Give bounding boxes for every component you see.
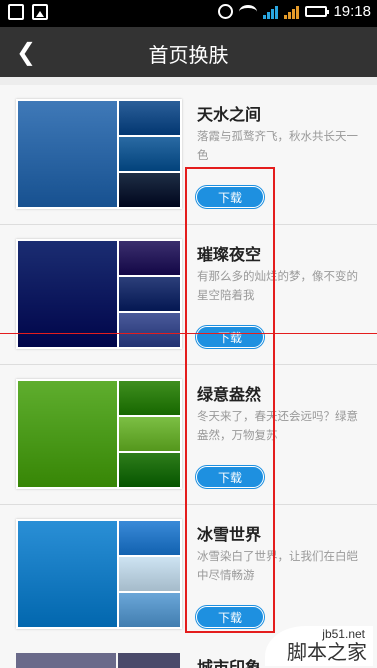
title-bar: ❮ 首页换肤 [0,27,377,77]
theme-name: 天水之间 [197,105,262,124]
signal-icon [263,5,279,19]
battery-icon [305,6,330,17]
theme-name: 绿意盎然 [197,385,262,404]
page-title: 首页换肤 [148,43,229,67]
download-button[interactable]: 下载 [196,186,264,208]
theme-name: 璀璨夜空 [197,245,262,264]
watermark-name: 脚本之家 [287,640,367,664]
image-icon [32,4,48,20]
theme-item-1[interactable]: 璀璨夜空 有那么多的灿烂的梦，像不变的星空陪着我 下载 [0,225,377,365]
annotation-line [0,333,377,334]
theme-preview-0[interactable] [16,99,182,209]
theme-preview-2[interactable] [16,379,182,489]
theme-desc: 有那么多的灿烂的梦，像不变的星空陪着我 [197,269,358,302]
download-button[interactable]: 下载 [196,606,264,628]
theme-item-3[interactable]: 冰雪世界 冰雪染白了世界，让我们在白皑中尽情畅游 下载 [0,505,377,645]
watermark: jb51.net 脚本之家 [265,626,373,666]
theme-desc: 落霞与孤鹜齐飞，秋水共长天一色 [197,129,358,162]
theme-desc: 冰雪染白了世界，让我们在白皑中尽情畅游 [197,549,358,582]
theme-name: 城市印象 [197,658,262,668]
status-time: 19:18 [333,3,371,20]
theme-preview-3[interactable] [16,519,182,629]
alarm-icon [218,4,234,19]
theme-item-2[interactable]: 绿意盎然 冬天来了，春天还会远吗？绿意盎然，万物复苏 下载 [0,365,377,505]
download-button[interactable]: 下载 [196,326,264,348]
theme-desc: 冬天来了，春天还会远吗？绿意盎然，万物复苏 [197,409,358,442]
signal-3g-icon [284,5,300,19]
theme-item-0[interactable]: 天水之间 落霞与孤鹜齐飞，秋水共长天一色 下载 [0,85,377,225]
download-button[interactable]: 下载 [196,466,264,488]
theme-name: 冰雪世界 [197,525,262,544]
wifi-icon [239,4,258,19]
theme-preview-partial[interactable] [16,653,182,668]
notification-icon [8,4,24,20]
status-bar: 19:18 [0,0,377,27]
